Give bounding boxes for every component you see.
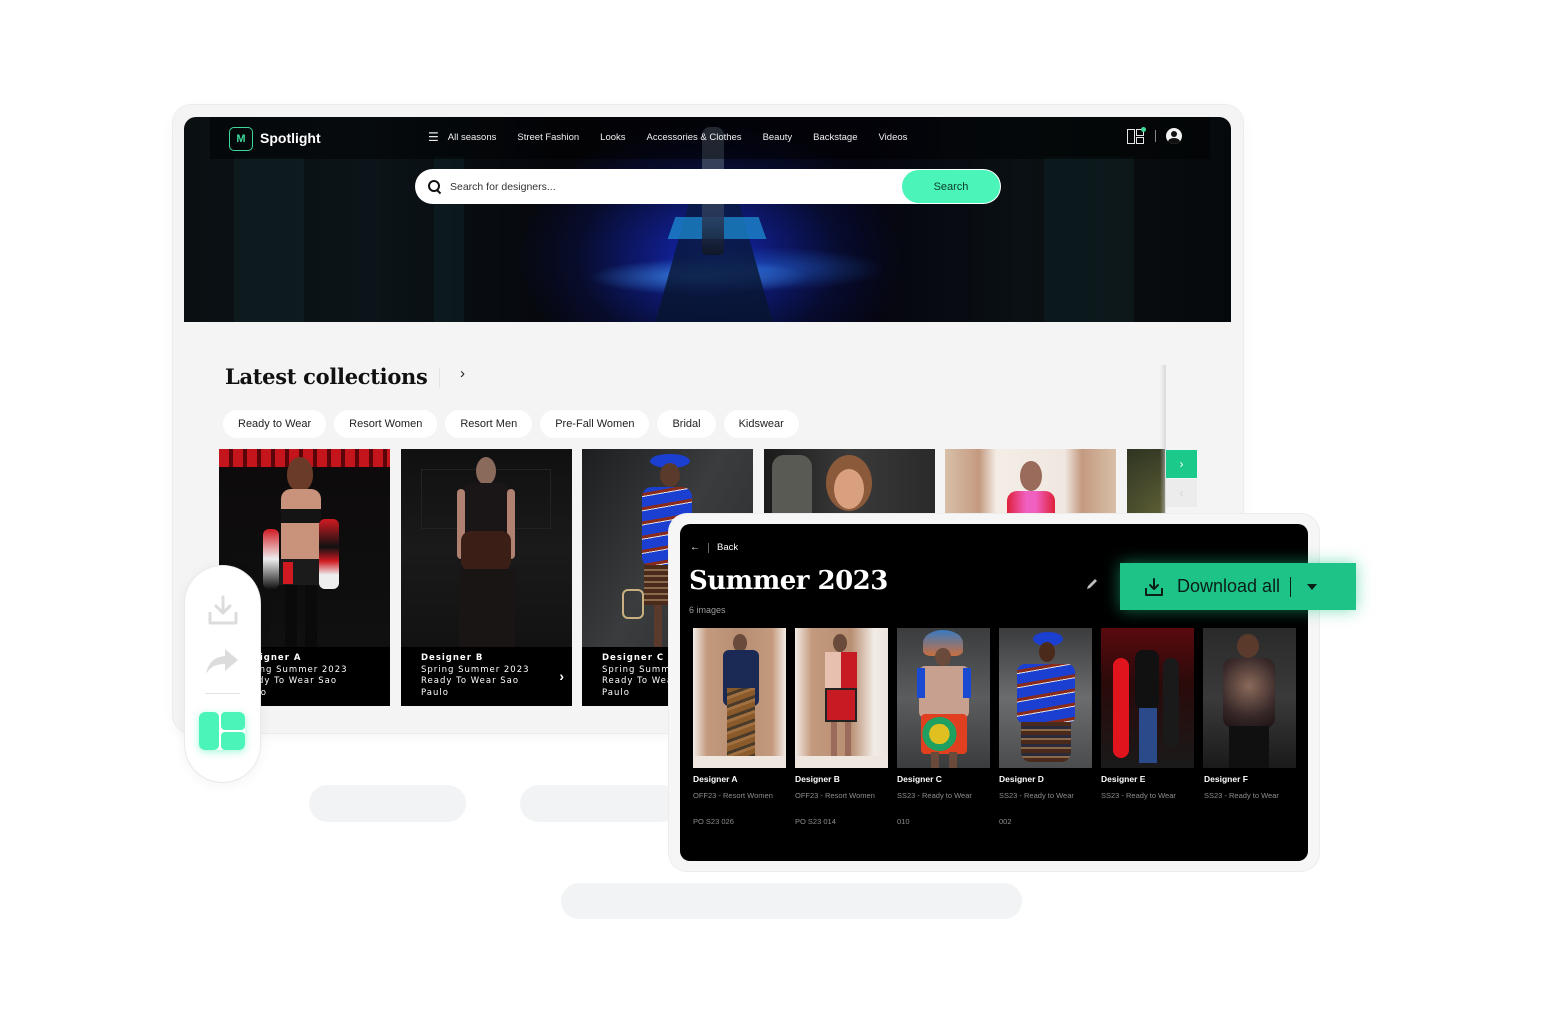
image-code: PO S23 014 xyxy=(795,817,836,826)
nav-item-looks[interactable]: Looks xyxy=(600,132,625,143)
card-city: Paulo xyxy=(602,687,630,698)
nav-item-backstage[interactable]: Backstage xyxy=(813,132,857,143)
placeholder-bar xyxy=(309,785,466,822)
image-collection: SS23 - Ready to Wear xyxy=(1101,791,1176,800)
image-meta: Designer B OFF23 - Resort Women PO S23 0… xyxy=(795,774,895,826)
image-meta: Designer A OFF23 - Resort Women PO S23 0… xyxy=(693,774,793,826)
image-thumbnail[interactable] xyxy=(795,628,888,768)
back-arrow-icon[interactable]: ← xyxy=(690,542,700,553)
image-designer: Designer A xyxy=(693,774,738,784)
carousel-next-button[interactable]: › xyxy=(1166,450,1197,478)
image-meta: Designer C SS23 - Ready to Wear 010 xyxy=(897,774,997,826)
download-all-button[interactable]: Download all xyxy=(1120,563,1356,610)
chip-bridal[interactable]: Bridal xyxy=(657,410,716,438)
nav-item-accessories-clothes[interactable]: Accessories & Clothes xyxy=(647,132,742,143)
divider xyxy=(205,693,240,694)
spotlight-logo-icon[interactable]: M xyxy=(229,127,253,151)
image-designer: Designer E xyxy=(1101,774,1146,784)
divider xyxy=(708,542,709,553)
image-collection: OFF23 - Resort Women xyxy=(795,791,875,800)
image-meta: Designer E SS23 - Ready to Wear xyxy=(1101,774,1201,817)
notification-dot xyxy=(1141,127,1146,132)
collection-card[interactable]: Designer B Spring Summer 2023 Ready To W… xyxy=(401,449,572,706)
header-actions xyxy=(1127,127,1182,145)
chip-ready-to-wear[interactable]: Ready to Wear xyxy=(223,410,327,438)
image-collection: SS23 - Ready to Wear xyxy=(999,791,1074,800)
chip-resort-men[interactable]: Resort Men xyxy=(445,410,533,438)
divider xyxy=(439,368,440,388)
brand-name[interactable]: Spotlight xyxy=(260,130,321,146)
card-city: Paulo xyxy=(421,687,449,698)
carousel-prev-button[interactable]: ‹ xyxy=(1166,479,1197,507)
placeholder-bar xyxy=(561,883,1022,919)
card-next-chevron-icon[interactable]: › xyxy=(559,668,564,684)
search-button[interactable]: Search xyxy=(902,170,1000,203)
edit-pencil-icon[interactable] xyxy=(1085,577,1099,591)
nav-item-street-fashion[interactable]: Street Fashion xyxy=(517,132,579,143)
section-title: Latest collections xyxy=(225,364,428,389)
user-account-icon[interactable] xyxy=(1166,128,1182,144)
see-all-chevron-icon[interactable]: › xyxy=(460,365,465,382)
image-designer: Designer B xyxy=(795,774,840,784)
moodboard-icon[interactable] xyxy=(1127,127,1146,145)
image-meta: Designer D SS23 - Ready to Wear 002 xyxy=(999,774,1099,826)
image-designer: Designer C xyxy=(897,774,942,784)
image-collection: SS23 - Ready to Wear xyxy=(1204,791,1279,800)
search-input[interactable] xyxy=(450,180,890,193)
download-icon xyxy=(1145,577,1163,596)
collection-layout-icon[interactable] xyxy=(199,712,245,750)
image-collection: OFF23 - Resort Women xyxy=(693,791,773,800)
image-code: 010 xyxy=(897,817,910,826)
menu-icon[interactable]: ☰ xyxy=(428,130,439,144)
card-season: Spring Summer 2023 xyxy=(421,664,530,675)
image-thumbnail[interactable] xyxy=(1203,628,1296,768)
download-all-label: Download all xyxy=(1177,576,1281,596)
back-link[interactable]: ← Back xyxy=(690,542,738,553)
card-caption: Designer B Spring Summer 2023 Ready To W… xyxy=(421,653,530,699)
image-grid xyxy=(693,628,1296,768)
chip-resort-women[interactable]: Resort Women xyxy=(334,410,438,438)
placeholder-bar xyxy=(520,785,680,822)
collection-photo xyxy=(401,449,572,647)
image-collection: SS23 - Ready to Wear xyxy=(897,791,972,800)
image-count: 6 images xyxy=(689,605,726,615)
image-code: PO S23 026 xyxy=(693,817,734,826)
image-designer: Designer F xyxy=(1204,774,1248,784)
nav-item-all-seasons[interactable]: All seasons xyxy=(448,132,497,143)
chip-kidswear[interactable]: Kidswear xyxy=(723,410,799,438)
hero-banner xyxy=(184,117,1231,322)
back-label[interactable]: Back xyxy=(717,542,738,553)
share-icon[interactable] xyxy=(205,647,239,675)
card-category: Ready To Wear Sao xyxy=(421,676,520,686)
card-designer: Designer B xyxy=(421,653,484,663)
image-meta: Designer F SS23 - Ready to Wear xyxy=(1204,774,1304,817)
download-icon[interactable] xyxy=(207,594,239,626)
image-designer: Designer D xyxy=(999,774,1044,784)
dropdown-caret-icon[interactable] xyxy=(1307,583,1318,590)
nav-item-videos[interactable]: Videos xyxy=(879,132,908,143)
chip-pre-fall-women[interactable]: Pre-Fall Women xyxy=(540,410,650,438)
divider xyxy=(1290,576,1292,597)
image-code: 002 xyxy=(999,817,1012,826)
image-thumbnail[interactable] xyxy=(1101,628,1194,768)
main-nav: ☰ All seasons Street Fashion Looks Acces… xyxy=(428,130,907,144)
divider xyxy=(1155,130,1156,142)
collection-title: Summer 2023 xyxy=(689,566,888,596)
category-chips: Ready to Wear Resort Women Resort Men Pr… xyxy=(223,410,799,438)
search-bar: Search xyxy=(415,169,1001,204)
search-icon xyxy=(428,179,442,194)
image-thumbnail[interactable] xyxy=(897,628,990,768)
image-thumbnail[interactable] xyxy=(999,628,1092,768)
image-thumbnail[interactable] xyxy=(693,628,786,768)
nav-item-beauty[interactable]: Beauty xyxy=(763,132,793,143)
